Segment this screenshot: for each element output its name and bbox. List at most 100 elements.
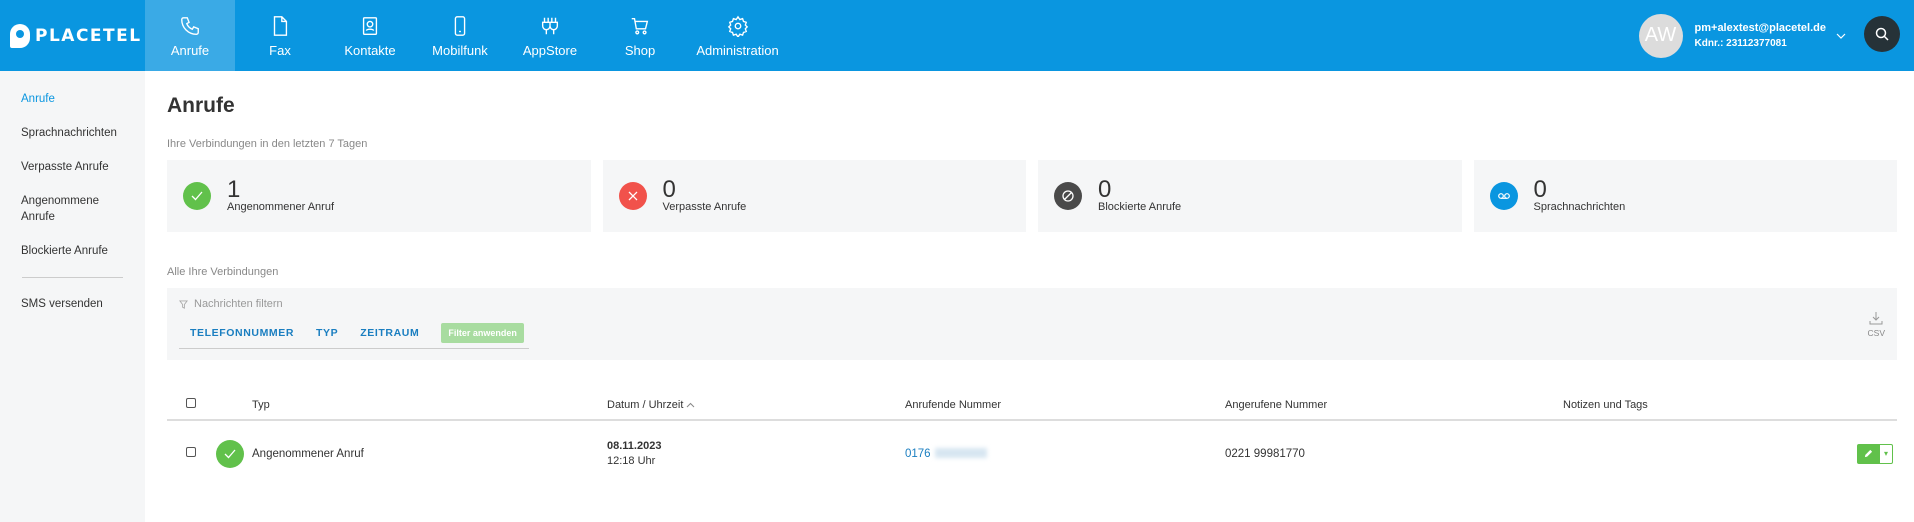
- download-icon: [1869, 312, 1883, 325]
- redacted-number: [934, 448, 987, 459]
- stat-label: Blockierte Anrufe: [1098, 201, 1182, 213]
- checkmark-icon: [183, 182, 211, 210]
- nav-label: AppStore: [522, 43, 578, 58]
- gear-icon: [727, 15, 748, 37]
- select-all-cell: [167, 390, 252, 421]
- plug-icon: [541, 17, 559, 35]
- main-content: Anrufe Ihre Verbindungen in den letzten …: [167, 71, 1897, 486]
- table-header-row: Typ Datum / Uhrzeit Anrufende Nummer Ang…: [167, 390, 1897, 421]
- stats-section-label: Ihre Verbindungen in den letzten 7 Tagen: [167, 138, 368, 150]
- column-header-actions: [1837, 390, 1897, 421]
- user-email: pm+alextest@placetel.de: [1694, 21, 1826, 34]
- nav-label: Fax: [269, 43, 291, 58]
- row-caller-cell: 0176: [905, 420, 1225, 486]
- nav-item-mobilfunk[interactable]: Mobilfunk: [415, 0, 505, 71]
- nav-label: Shop: [624, 43, 656, 58]
- placetel-logo-icon: [10, 23, 30, 48]
- nav-item-fax[interactable]: Fax: [235, 0, 325, 71]
- nav-label: Anrufe: [170, 43, 210, 58]
- stat-card-missed[interactable]: 0 Verpasste Anrufe: [602, 160, 1026, 232]
- column-header-notes: Notizen und Tags: [1563, 390, 1837, 421]
- stat-card-accepted[interactable]: 1 Angenommener Anruf: [167, 160, 591, 232]
- connections-section-label: Alle Ihre Verbindungen: [167, 266, 279, 278]
- row-type-cell: Angenommener Anruf: [216, 420, 607, 486]
- table-row[interactable]: Angenommener Anruf 08.11.2023 12:18 Uhr …: [167, 420, 1897, 486]
- caller-number-link[interactable]: 0176: [905, 448, 931, 460]
- filter-typ[interactable]: TYP: [316, 327, 338, 339]
- column-header-caller[interactable]: Anrufende Nummer: [905, 390, 1225, 421]
- checkmark-icon: [216, 439, 244, 468]
- filter-title-label: Nachrichten filtern: [194, 298, 283, 310]
- blocked-icon: [1054, 182, 1082, 210]
- caret-down-icon: ▾: [1883, 449, 1888, 458]
- search-icon: [1875, 27, 1889, 41]
- stat-label: Sprachnachrichten: [1533, 201, 1626, 213]
- search-button[interactable]: [1864, 16, 1900, 52]
- sidebar-item-angenommene-anrufe[interactable]: Angenommene Anrufe: [0, 193, 105, 225]
- nav-item-kontakte[interactable]: Kontakte: [325, 0, 415, 71]
- row-actions-cell: ▾: [1837, 420, 1897, 486]
- more-options-button[interactable]: ▾: [1879, 443, 1893, 464]
- column-header-callee[interactable]: Angerufene Nummer: [1225, 390, 1563, 421]
- filter-title[interactable]: Nachrichten filtern: [179, 298, 283, 310]
- edit-button[interactable]: [1857, 443, 1879, 464]
- stat-count: 0: [1533, 176, 1547, 203]
- csv-export-button[interactable]: CSV: [1868, 310, 1885, 338]
- stat-label: Verpasste Anrufe: [662, 201, 747, 213]
- top-navigation-bar: PLACETEL Anrufe Fax Kontakte Mobilfunk A…: [0, 0, 1914, 71]
- stat-count: 1: [227, 176, 241, 203]
- stat-card-blocked[interactable]: 0 Blockierte Anrufe: [1038, 160, 1462, 232]
- nav-label: Mobilfunk: [432, 43, 488, 58]
- placetel-logo[interactable]: PLACETEL: [0, 0, 145, 71]
- cart-icon: [631, 17, 649, 35]
- sidebar-item-blockierte-anrufe[interactable]: Blockierte Anrufe: [0, 243, 145, 259]
- row-checkbox[interactable]: [186, 447, 196, 457]
- sidebar-divider: [22, 277, 123, 278]
- brand-name: PLACETEL: [35, 25, 142, 46]
- filter-zeitraum[interactable]: ZEITRAUM: [360, 327, 419, 339]
- chevron-down-icon: [1836, 33, 1846, 39]
- row-type-label: Angenommener Anruf: [252, 447, 364, 460]
- filter-icon: [179, 299, 188, 309]
- column-header-type[interactable]: Typ: [252, 390, 607, 421]
- stat-count: 0: [1098, 176, 1112, 203]
- sidebar-item-verpasste-anrufe[interactable]: Verpasste Anrufe: [0, 159, 145, 175]
- mobile-icon: [454, 16, 466, 36]
- voicemail-icon: [1489, 182, 1518, 210]
- pencil-icon: [1864, 449, 1872, 458]
- nav-item-shop[interactable]: Shop: [595, 0, 685, 71]
- nav-item-appstore[interactable]: AppStore: [505, 0, 595, 71]
- row-time: 12:18 Uhr: [607, 455, 656, 467]
- main-nav: Anrufe Fax Kontakte Mobilfunk AppStore S…: [145, 0, 790, 71]
- filter-panel: Nachrichten filtern TELEFONNUMMER TYP ZE…: [167, 288, 1897, 360]
- nav-label: Kontakte: [344, 43, 396, 58]
- stat-card-voicemail[interactable]: 0 Sprachnachrichten: [1473, 160, 1897, 232]
- avatar: AW: [1638, 13, 1683, 58]
- row-date-cell: 08.11.2023 12:18 Uhr: [607, 420, 905, 486]
- column-header-date[interactable]: Datum / Uhrzeit: [607, 390, 905, 421]
- stat-label: Angenommener Anruf: [227, 201, 335, 213]
- nav-item-administration[interactable]: Administration: [685, 0, 790, 71]
- row-notes-cell: [1563, 420, 1837, 486]
- calls-table: Typ Datum / Uhrzeit Anrufende Nummer Ang…: [167, 390, 1897, 486]
- apply-filter-button[interactable]: Filter anwenden: [441, 323, 524, 343]
- filter-options: TELEFONNUMMER TYP ZEITRAUM Filter anwend…: [190, 323, 524, 343]
- filter-telefonnummer[interactable]: TELEFONNUMMER: [190, 327, 294, 339]
- customer-number: Kdnr.: 23112377081: [1694, 37, 1787, 49]
- sidebar-item-sprachnachrichten[interactable]: Sprachnachrichten: [0, 125, 145, 141]
- filter-divider: [179, 348, 529, 349]
- page-title: Anrufe: [167, 94, 235, 117]
- nav-item-anrufe[interactable]: Anrufe: [145, 0, 235, 71]
- csv-label: CSV: [1867, 328, 1885, 338]
- contact-icon: [362, 17, 378, 35]
- close-icon: [618, 182, 647, 210]
- sidebar-item-sms-versenden[interactable]: SMS versenden: [0, 296, 145, 312]
- phone-icon: [181, 17, 199, 35]
- nav-label: Administration: [696, 43, 779, 58]
- select-all-checkbox[interactable]: [186, 398, 196, 408]
- stat-count: 0: [662, 176, 676, 203]
- sort-asc-icon: [687, 402, 695, 407]
- sidebar-item-anrufe[interactable]: Anrufe: [0, 91, 145, 107]
- user-info: pm+alextest@placetel.de Kdnr.: 231123770…: [1695, 21, 1826, 51]
- user-menu[interactable]: AW pm+alextest@placetel.de Kdnr.: 231123…: [1638, 0, 1846, 71]
